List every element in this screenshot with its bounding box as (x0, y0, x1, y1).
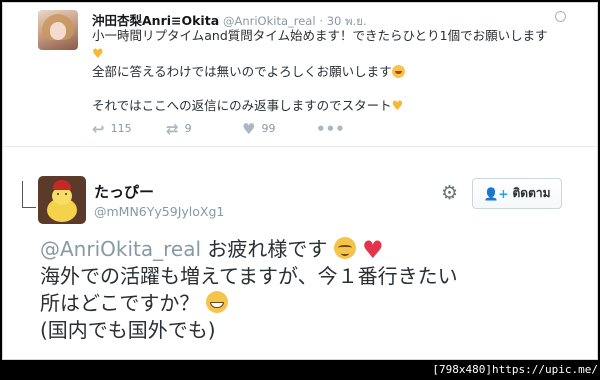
relieved-face-emoji-icon (333, 237, 356, 259)
tweet-text: 小一時間リプタイムand質問タイム始めます！できたらひとり1個でお願いします ♥… (92, 27, 562, 115)
display-name[interactable]: たっぴー (94, 181, 154, 202)
like-count: 99 (261, 122, 276, 135)
reply-button[interactable]: ↩ 115 (92, 120, 132, 138)
more-button[interactable]: ••• (316, 120, 351, 138)
user-handle[interactable]: @mMN6Yy59JyloXg1 (94, 204, 224, 219)
timestamp[interactable]: · 30 พ.ย. (319, 14, 366, 28)
tweet-text: @AnriOkita_real お疲れ様です ♥ 海外での活躍も増えてますが、今… (40, 236, 580, 344)
avatar[interactable] (38, 176, 86, 224)
red-heart-icon: ♥ (362, 236, 384, 264)
tweet-line: 海外での活躍も増えてますが、今１番行きたい (40, 264, 458, 288)
tweet-line: お疲れ様です (207, 237, 328, 261)
reply-count: 115 (110, 122, 132, 135)
like-button[interactable]: ♥ 99 (242, 120, 275, 138)
mention-link[interactable]: @AnriOkita_real (40, 237, 201, 261)
tweet-line: 所はどこですか？ (40, 291, 200, 315)
tweet-line: (国内でも国外でも) (40, 318, 216, 342)
reply-tweet[interactable]: たっぴー @mMN6Yy59JyloXg1 ⚙ 👤+ ติดตาม @AnriO… (2, 151, 598, 360)
thread-line (22, 207, 36, 208)
follow-plus-icon: 👤+ (483, 186, 509, 201)
retweet-button[interactable]: ⇄ 9 (166, 120, 192, 138)
grin-emoji-icon (205, 291, 228, 313)
original-tweet[interactable]: 沖田杏梨Anri≡Okita @AnriOkita_real · 30 พ.ย.… (2, 2, 598, 147)
tweet-line: 小一時間リプタイムand質問タイム始めます！できたらひとり1個でお願いします (92, 28, 548, 43)
thread-line (22, 181, 23, 207)
yellow-heart-icon: ♥ (92, 47, 104, 62)
tweet-line: それではここへの返信にのみ返事しますのでスタート (92, 98, 392, 113)
more-icon: ••• (316, 120, 345, 138)
follow-button[interactable]: 👤+ ติดตาม (472, 178, 562, 209)
tweet-line: 全部に答えるわけでは無いのでよろしくお願いします (92, 64, 392, 79)
yellow-heart-icon: ♥ (391, 99, 404, 114)
watermark: [798x480]https://upic.me/ (432, 363, 598, 376)
gear-icon[interactable]: ⚙ (441, 184, 458, 203)
follow-label: ติดตาม (512, 186, 551, 200)
smile-emoji-icon (391, 65, 405, 78)
globe-icon (555, 11, 566, 22)
reply-icon: ↩ (92, 120, 105, 138)
display-name[interactable]: 沖田杏梨Anri≡Okita (92, 13, 219, 28)
avatar[interactable] (38, 10, 78, 50)
retweet-icon: ⇄ (166, 120, 179, 138)
like-icon: ♥ (242, 120, 256, 138)
retweet-count: 9 (184, 122, 192, 135)
user-handle[interactable]: @AnriOkita_real (223, 14, 316, 28)
tweet-screenshot: 沖田杏梨Anri≡Okita @AnriOkita_real · 30 พ.ย.… (2, 2, 598, 360)
